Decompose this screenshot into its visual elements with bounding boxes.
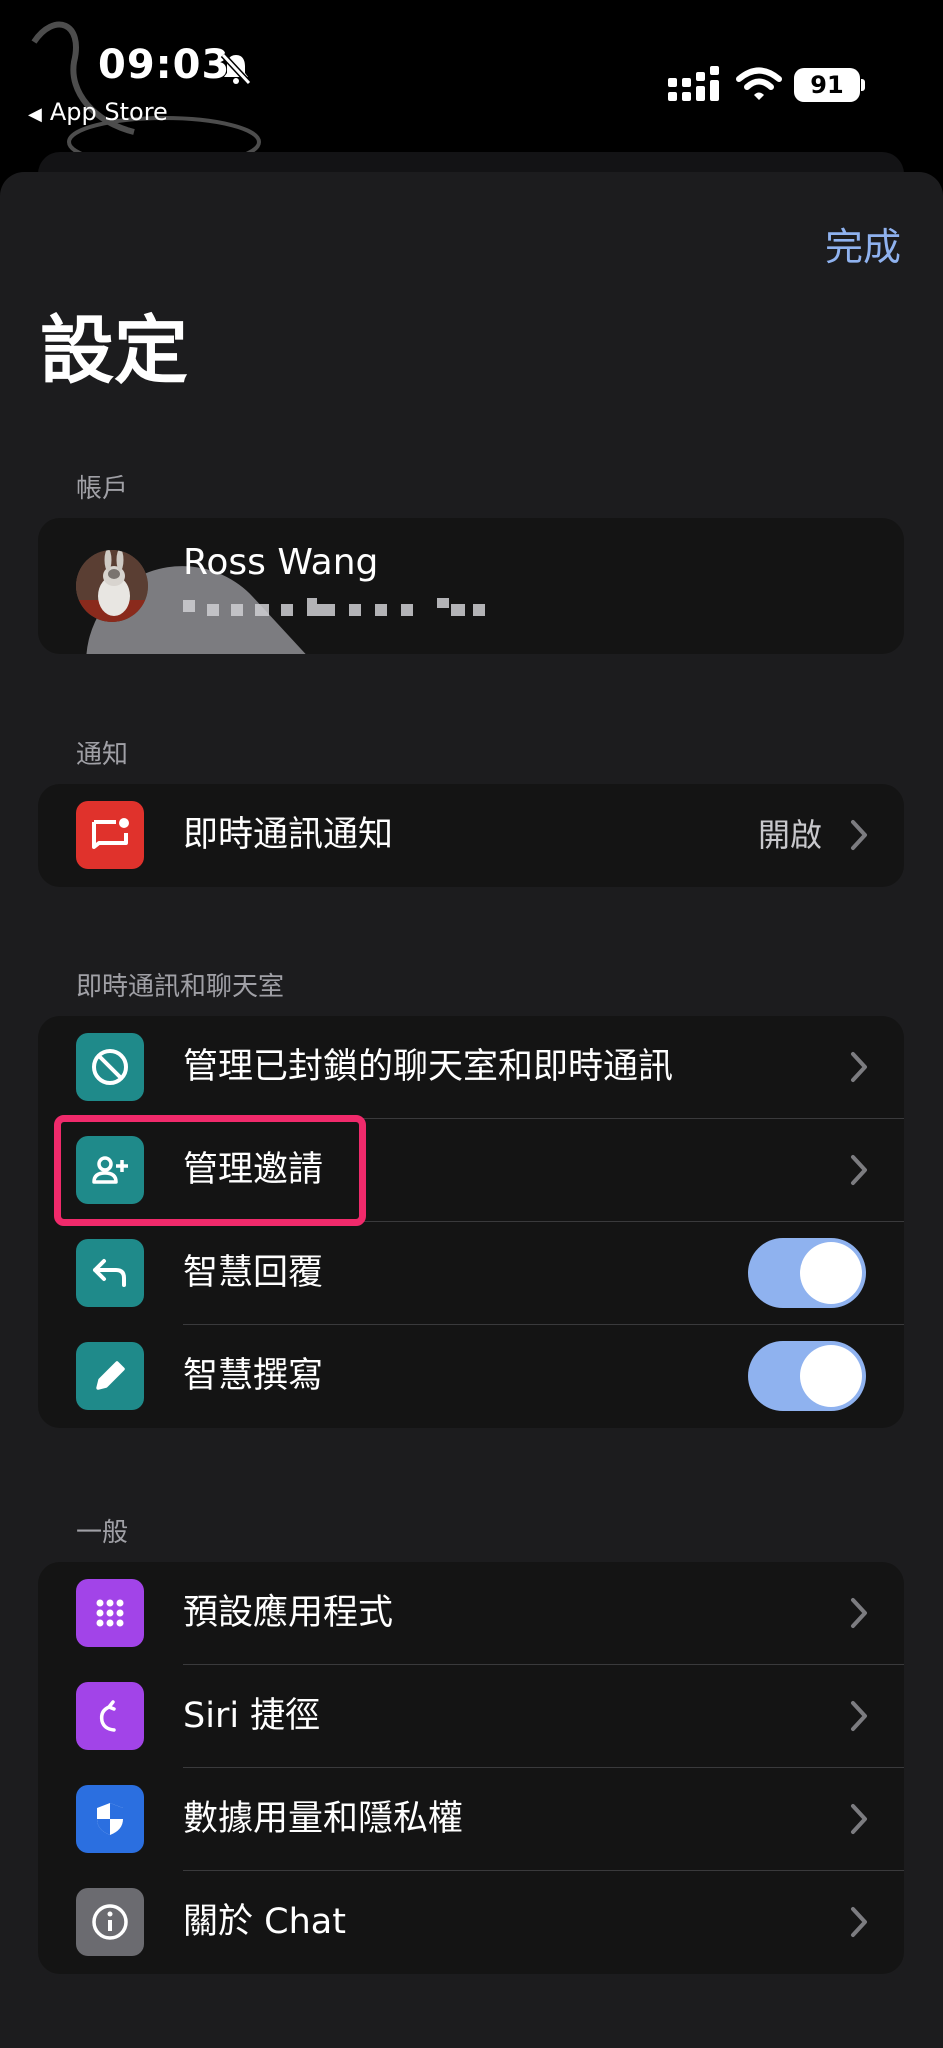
toggle-knob: [800, 1345, 862, 1407]
siri-shortcuts-label: Siri 捷徑: [183, 1696, 321, 1736]
shield-icon: [76, 1785, 144, 1853]
status-bar: 09:03 ◀ App Store 91: [0, 0, 943, 168]
chevron-right-icon: [851, 1052, 867, 1082]
default-apps-row[interactable]: 預設應用程式: [38, 1562, 904, 1665]
page-title: 設定: [40, 308, 188, 394]
reply-icon: [76, 1239, 144, 1307]
account-row[interactable]: Ross Wang: [38, 518, 904, 654]
smart-compose-label: 智慧撰寫: [183, 1356, 324, 1396]
grid-icon: [76, 1579, 144, 1647]
section-header-chats: 即時通訊和聊天室: [76, 972, 285, 1002]
chevron-right-icon: [851, 1155, 867, 1185]
smart-reply-label: 智慧回覆: [183, 1253, 324, 1293]
done-button[interactable]: 完成: [825, 216, 901, 271]
chevron-right-icon: [851, 820, 867, 850]
chevron-right-icon: [851, 1804, 867, 1834]
notifications-label: 即時通訊通知: [183, 815, 394, 855]
avatar: [76, 550, 148, 622]
general-group: 預設應用程式 Siri 捷徑 數據用量和隱私權 關於 Chat: [38, 1562, 904, 1974]
back-to-app-store[interactable]: ◀ App Store: [28, 98, 168, 126]
chevron-right-icon: [851, 1598, 867, 1628]
chevron-right-icon: [87, 566, 306, 654]
smart-compose-row: 智慧撰寫: [38, 1325, 904, 1428]
section-header-general: 一般: [76, 1518, 129, 1548]
smart-reply-row: 智慧回覆: [38, 1222, 904, 1325]
shortcut-icon: [76, 1682, 144, 1750]
battery-icon: 91: [794, 68, 860, 102]
notifications-group: 即時通訊通知 開啟: [38, 784, 904, 887]
battery-cap: [861, 79, 865, 91]
section-header-notifications: 通知: [76, 740, 129, 770]
message-alert-icon: [76, 801, 144, 869]
toggle-knob: [800, 1242, 862, 1304]
default-apps-label: 預設應用程式: [183, 1593, 394, 1633]
clock: 09:03: [98, 42, 231, 88]
highlight-box: [54, 1115, 366, 1226]
chevron-right-icon: [851, 1907, 867, 1937]
siri-shortcuts-row[interactable]: Siri 捷徑: [38, 1665, 904, 1768]
signal-icon: [668, 66, 719, 101]
account-email-redacted: [183, 598, 485, 616]
info-icon: [76, 1888, 144, 1956]
section-header-account: 帳戶: [76, 474, 129, 504]
data-privacy-row[interactable]: 數據用量和隱私權: [38, 1768, 904, 1871]
back-app-label: App Store: [49, 98, 168, 126]
account-name: Ross Wang: [183, 542, 379, 583]
smart-reply-toggle[interactable]: [748, 1238, 866, 1308]
chevron-right-icon: [851, 1701, 867, 1731]
watermark-logo: [31, 21, 261, 168]
blocked-chats-row[interactable]: 管理已封鎖的聊天室和即時通訊: [38, 1016, 904, 1119]
block-icon: [76, 1033, 144, 1101]
back-triangle-icon: ◀: [28, 104, 42, 125]
wifi-icon: [736, 67, 782, 100]
account-group: Ross Wang: [38, 518, 904, 654]
about-chat-label: 關於 Chat: [183, 1902, 346, 1942]
pencil-icon: [76, 1342, 144, 1410]
smart-compose-toggle[interactable]: [748, 1341, 866, 1411]
about-chat-row[interactable]: 關於 Chat: [38, 1871, 904, 1974]
notifications-row[interactable]: 即時通訊通知 開啟: [38, 784, 904, 887]
blocked-chats-label: 管理已封鎖的聊天室和即時通訊: [183, 1047, 674, 1087]
settings-sheet: 完成 設定 帳戶 Ross Wang 通知 即時通訊通知 開啟 即時通訊和聊天室…: [0, 172, 943, 2048]
bell-slash-icon: [220, 52, 252, 86]
data-privacy-label: 數據用量和隱私權: [183, 1799, 464, 1839]
notifications-value: 開啟: [757, 816, 822, 854]
